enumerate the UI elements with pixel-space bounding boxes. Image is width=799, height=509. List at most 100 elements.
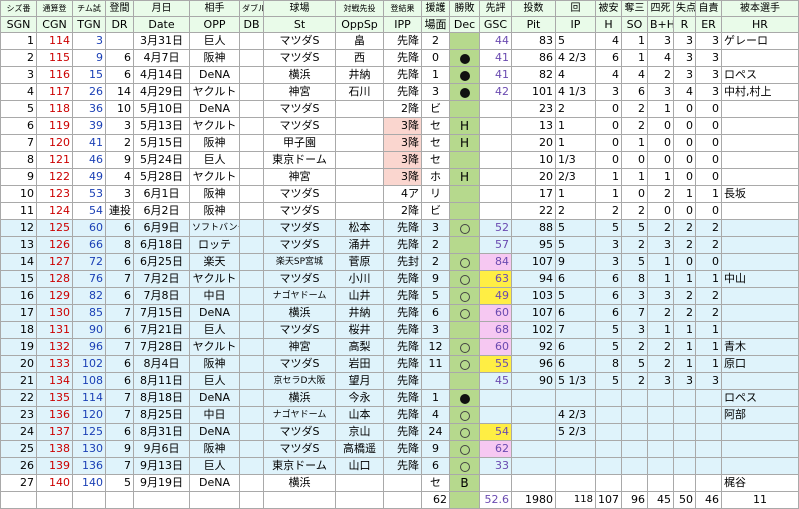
cell-ip: 2/3: [555, 168, 596, 186]
cell-sup: ホ: [421, 168, 450, 186]
cell-so: 0: [621, 185, 648, 203]
cell-dr: 6: [105, 423, 134, 441]
cell-st: マツダS: [263, 100, 336, 118]
cell-gsc: 42: [479, 83, 512, 101]
cell-sgn: 8: [0, 151, 37, 169]
cell-dr: 14: [105, 83, 134, 101]
cell-gsc: 57: [479, 236, 512, 254]
cell-bh: 3: [647, 83, 674, 101]
cell-er: 1: [695, 338, 722, 356]
header-cell-top: 投数: [511, 0, 556, 17]
cell-pit: [511, 423, 556, 441]
cell-h: 3: [595, 253, 622, 271]
cell-ipp: 先降: [383, 287, 422, 305]
cell-db: [239, 338, 264, 356]
cell-oppsp: [335, 151, 384, 169]
cell-so: 3: [621, 287, 648, 305]
win-mark-icon: [459, 257, 470, 268]
cell-hr: [721, 168, 799, 186]
table-row: 3 116 15 6 4月14日 DeNA 横浜 井納 先降 1 41 82 4 4 4 2 3 3 ロペス: [0, 66, 799, 84]
cell-ipp: 先降: [383, 372, 422, 390]
cell-pit: 90: [511, 372, 556, 390]
table-row: 13 126 66 8 6月18日 ロッテ マツダS 涌井 先降 2 57 95 5 3 2 3 2 2: [0, 236, 799, 254]
cell-cgn: 118: [36, 100, 73, 118]
cell-hr: 阿部: [721, 406, 799, 424]
table-row: 26 139 136 7 9月13日 巨人 東京ドーム 山口 先降 6 33: [0, 457, 799, 475]
cell-st: 東京ドーム: [263, 151, 336, 169]
cell-dec: [449, 338, 480, 356]
cell-sgn: 27: [0, 474, 37, 492]
cell-date: 7月28日: [133, 338, 190, 356]
cell-tgn: 36: [72, 100, 106, 118]
cell-db: [239, 355, 264, 373]
cell-hr: ロペス: [721, 66, 799, 84]
header-cell: 場面: [421, 16, 450, 33]
cell-tgn: 66: [72, 236, 106, 254]
cell-db: [239, 457, 264, 475]
cell-sup: 1: [421, 66, 450, 84]
cell-ipp: 先降: [383, 219, 422, 237]
cell-oppsp: 井納: [335, 66, 384, 84]
total-tgn: [72, 491, 106, 509]
header-cell-top: 球場: [263, 0, 336, 17]
cell-date: 9月6日: [133, 440, 190, 458]
cell-opp: 阪神: [189, 49, 240, 67]
cell-pit: 17: [511, 185, 556, 203]
cell-oppsp: 高橋遥: [335, 440, 384, 458]
cell-ip: [555, 389, 596, 407]
cell-er: 1: [695, 185, 722, 203]
cell-sgn: 19: [0, 338, 37, 356]
cell-sgn: 12: [0, 219, 37, 237]
cell-db: [239, 321, 264, 339]
cell-sup: 9: [421, 440, 450, 458]
cell-date: 7月21日: [133, 321, 190, 339]
cell-oppsp: 菅原: [335, 253, 384, 271]
cell-ipp: 先降: [383, 440, 422, 458]
cell-tgn: 15: [72, 66, 106, 84]
cell-ip: 9: [555, 253, 596, 271]
cell-cgn: 121: [36, 151, 73, 169]
cell-sup: 11: [421, 355, 450, 373]
total-h: 107: [595, 491, 622, 509]
cell-cgn: 125: [36, 219, 73, 237]
cell-st: マツダS: [263, 219, 336, 237]
cell-h: 0: [595, 100, 622, 118]
cell-db: [239, 389, 264, 407]
cell-pit: [511, 474, 556, 492]
cell-hr: ロペス: [721, 389, 799, 407]
cell-ipp: 先降: [383, 355, 422, 373]
cell-sgn: 7: [0, 134, 37, 152]
cell-ipp: 先降: [383, 457, 422, 475]
total-cgn: [36, 491, 73, 509]
cell-sgn: 23: [0, 406, 37, 424]
cell-oppsp: 桜井: [335, 321, 384, 339]
cell-pit: 102: [511, 321, 556, 339]
cell-dr: 6: [105, 49, 134, 67]
cell-oppsp: 山井: [335, 287, 384, 305]
cell-r: 1: [673, 185, 696, 203]
cell-dr: 4: [105, 168, 134, 186]
cell-dec: [449, 270, 480, 288]
cell-gsc: 55: [479, 355, 512, 373]
cell-h: [595, 406, 622, 424]
cell-ipp: 3降: [383, 168, 422, 186]
cell-bh: 2: [647, 219, 674, 237]
cell-bh: 1: [647, 253, 674, 271]
cell-sgn: 3: [0, 66, 37, 84]
cell-db: [239, 32, 264, 50]
cell-date: 5月10日: [133, 100, 190, 118]
cell-so: 6: [621, 83, 648, 101]
cell-tgn: 49: [72, 168, 106, 186]
cell-dr: 3: [105, 185, 134, 203]
total-opp: [189, 491, 240, 509]
cell-bh: 0: [647, 202, 674, 220]
cell-ip: [555, 457, 596, 475]
cell-hr: [721, 372, 799, 390]
table-row: 11 124 54 連投 6月2日 阪神 マツダS 2降ビ 22 2 2 2 0 0 0: [0, 202, 799, 220]
cell-dr: 8: [105, 236, 134, 254]
cell-sgn: 6: [0, 117, 37, 135]
pitcher-log-table: シズ番通算登チム試登間月日相手ダブル球場対戦先投登結果援護勝敗先評投数回被安奪三…: [0, 0, 799, 509]
cell-so: 2: [621, 202, 648, 220]
cell-opp: ソフトバンク: [189, 219, 240, 237]
total-bh: 45: [647, 491, 674, 509]
